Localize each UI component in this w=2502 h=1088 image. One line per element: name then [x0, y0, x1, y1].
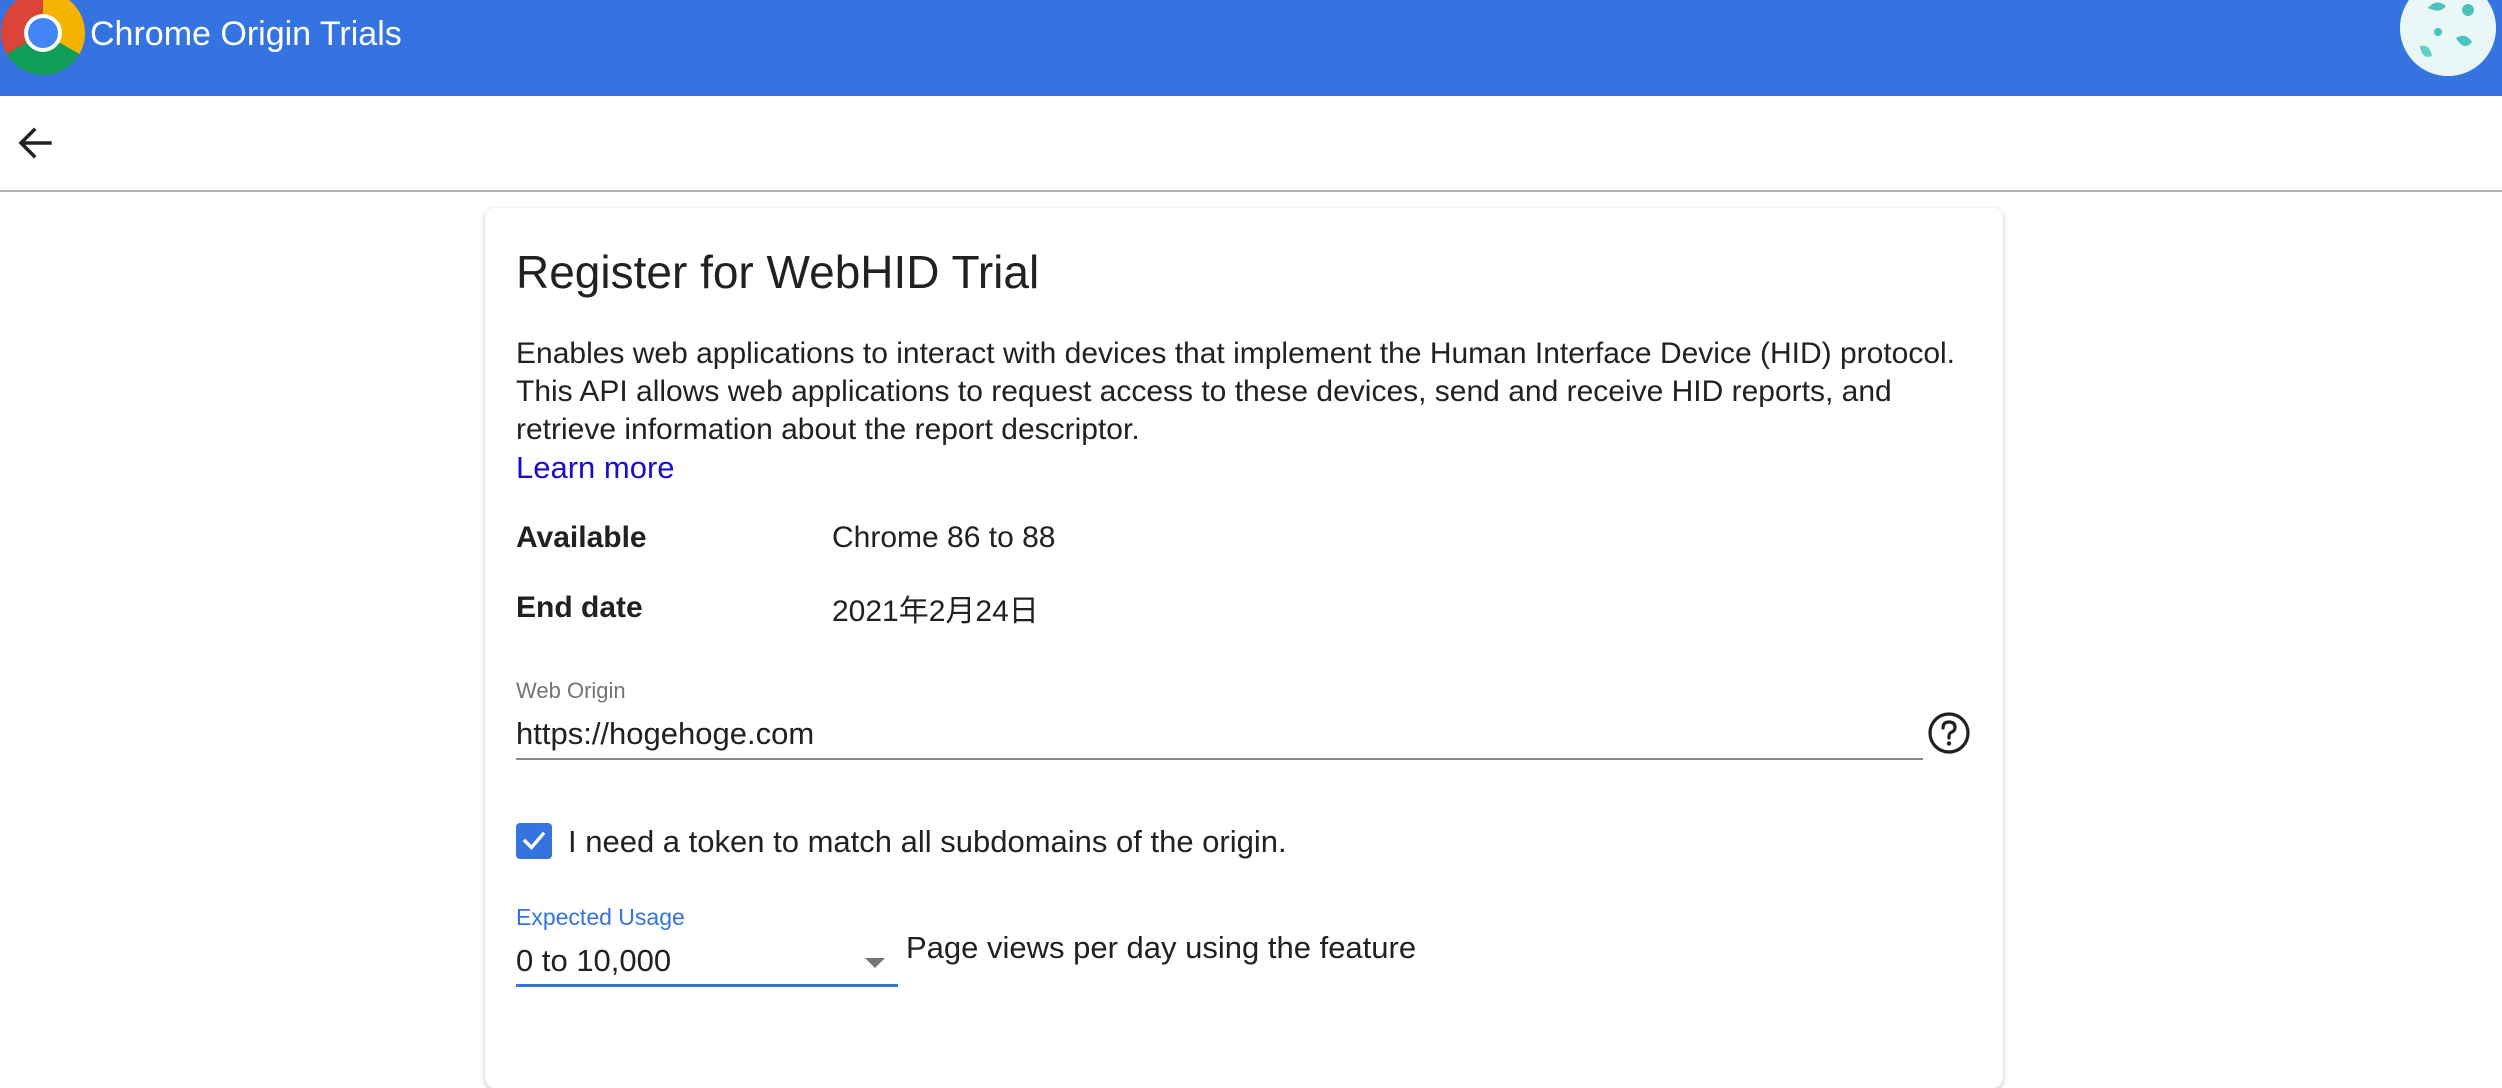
app-title: Chrome Origin Trials	[90, 15, 402, 53]
available-label: Available	[516, 521, 647, 554]
dropdown-arrow-icon	[865, 958, 885, 968]
registration-card: Register for WebHID Trial Enables web ap…	[485, 208, 2003, 1088]
expected-usage-value: 0 to 10,000	[516, 943, 672, 978]
expected-usage-label: Expected Usage	[516, 904, 685, 930]
avatar-icon[interactable]	[2398, 0, 2498, 82]
web-origin-label: Web Origin	[516, 678, 626, 703]
available-value: Chrome 86 to 88	[832, 521, 1056, 554]
learn-more-link[interactable]: Learn more	[516, 449, 675, 487]
sub-toolbar	[0, 96, 2502, 192]
expected-usage-suffix: Page views per day using the feature	[906, 930, 1417, 965]
checkmark-icon	[522, 831, 546, 851]
trial-description: Enables web applications to interact wit…	[516, 337, 1956, 446]
help-circle-icon[interactable]	[1926, 710, 1972, 756]
chrome-logo-icon[interactable]	[0, 0, 86, 76]
web-origin-input[interactable]	[516, 710, 1923, 760]
end-date-label: End date	[516, 591, 643, 624]
end-date-value: 2021年2月24日	[832, 595, 1039, 628]
subdomain-checkbox[interactable]	[516, 823, 552, 859]
page-title: Register for WebHID Trial	[516, 246, 1040, 298]
arrow-back-icon[interactable]	[10, 118, 60, 168]
expected-usage-select[interactable]: 0 to 10,000	[516, 938, 898, 987]
subdomain-checkbox-label[interactable]: I need a token to match all subdomains o…	[568, 823, 1287, 861]
app-bar: Chrome Origin Trials	[0, 0, 2502, 96]
